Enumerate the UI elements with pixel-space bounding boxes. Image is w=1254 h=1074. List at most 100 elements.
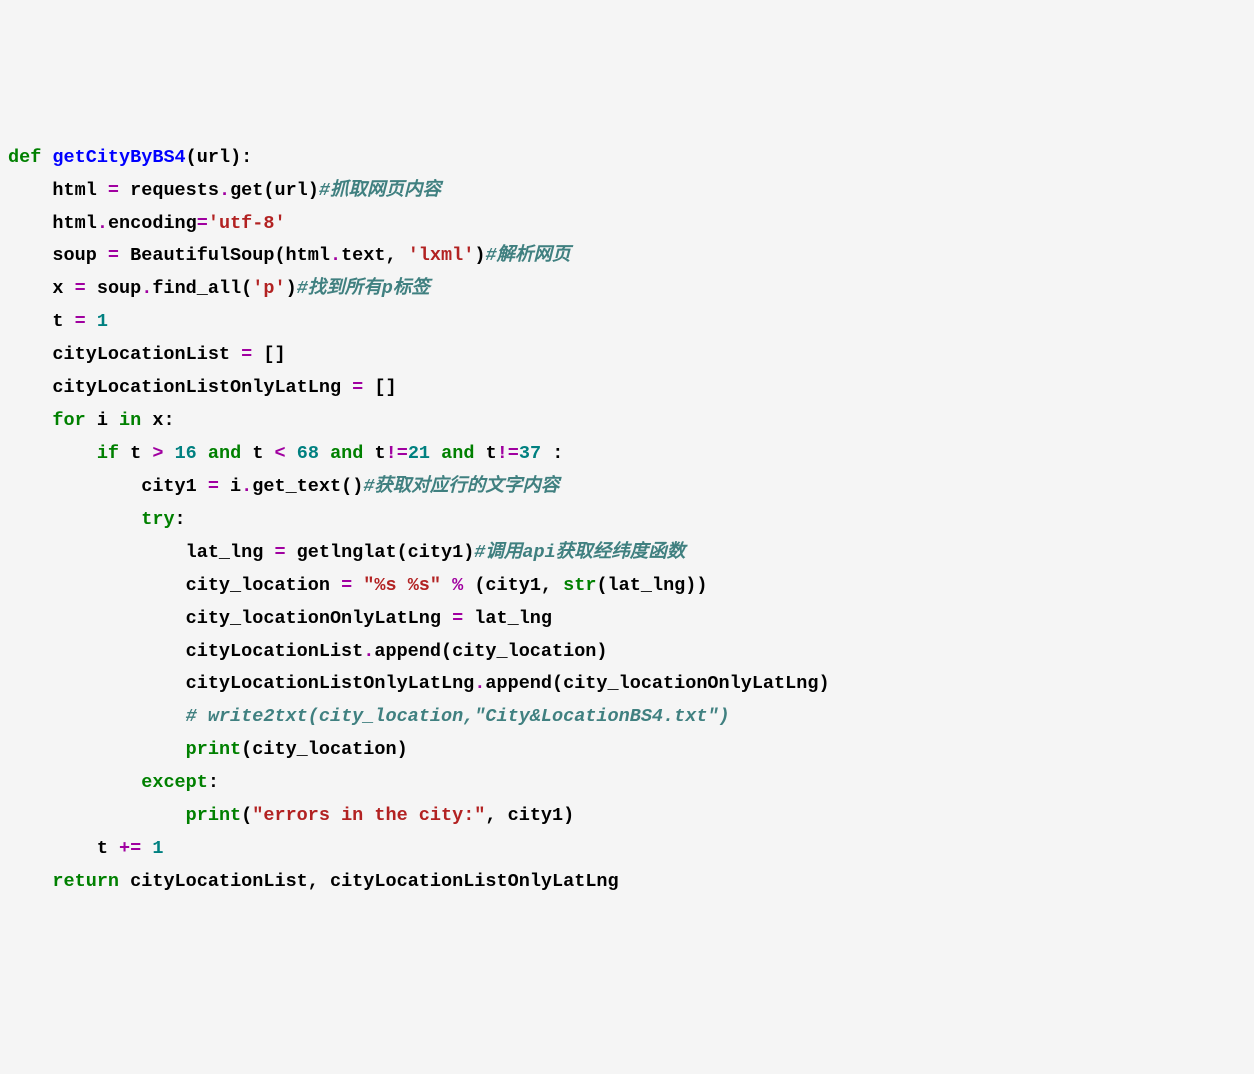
code-token: = [75,311,86,332]
code-token: (city_location) [241,739,408,760]
code-line: print(city_location) [8,734,1246,767]
code-token: = [108,180,119,201]
code-token: #获取对应行的文字内容 [363,476,559,497]
code-line: for i in x: [8,405,1246,438]
code-token: : [541,443,563,464]
code-line: t += 1 [8,833,1246,866]
code-token: . [97,213,108,234]
code-line: def getCityByBS4(url): [8,142,1246,175]
code-token: 'utf-8' [208,213,286,234]
code-token: requests [119,180,219,201]
code-token: [] [363,377,396,398]
code-line: cityLocationList.append(city_location) [8,636,1246,669]
code-token: except [141,772,208,793]
code-line: city_location = "%s %s" % (city1, str(la… [8,570,1246,603]
code-token: cityLocationListOnlyLatLng [8,673,474,694]
code-token: 'lxml' [408,245,475,266]
code-token: try [141,509,174,530]
code-line: html.encoding='utf-8' [8,208,1246,241]
code-token: < [275,443,286,464]
code-token [352,575,363,596]
code-token: city_location [8,575,341,596]
code-token: . [330,245,341,266]
code-token [8,805,186,826]
code-token: : [208,772,219,793]
code-token: t [363,443,385,464]
code-token: . [141,278,152,299]
code-token: lat_lng [463,608,552,629]
code-token: = [452,608,463,629]
code-token: get(url) [230,180,319,201]
code-token: % [452,575,463,596]
code-token: append(city_locationOnlyLatLng) [485,673,829,694]
code-token: lat_lng [8,542,274,563]
code-token: if [97,443,119,464]
code-token: . [474,673,485,694]
code-token: cityLocationList, cityLocationListOnlyLa… [119,871,619,892]
code-token: for [52,410,85,431]
code-token: = [274,542,285,563]
code-token: , city1) [485,805,574,826]
code-token: soup [8,245,108,266]
code-token: "%s %s" [363,575,441,596]
code-token: find_all( [152,278,252,299]
code-token: and [441,443,474,464]
code-line: soup = BeautifulSoup(html.text, 'lxml')#… [8,240,1246,273]
code-token: # write2txt(city_location,"City&Location… [186,706,730,727]
code-token [141,838,152,859]
code-token [8,443,97,464]
code-token: 21 [408,443,430,464]
code-line: cityLocationList = [] [8,339,1246,372]
code-token: x [8,278,75,299]
code-line: # write2txt(city_location,"City&Location… [8,701,1246,734]
code-token: "errors in the city:" [252,805,485,826]
code-token: in [119,410,141,431]
code-token: = [108,245,119,266]
code-token: str [563,575,596,596]
code-token: print [186,739,242,760]
code-block: def getCityByBS4(url): html = requests.g… [8,142,1246,899]
code-token [8,706,186,727]
code-token: != [386,443,408,464]
code-token: t [241,443,274,464]
code-token: #抓取网页内容 [319,180,441,201]
code-token: = [208,476,219,497]
code-token: = [75,278,86,299]
code-token: 37 [519,443,541,464]
code-token: append(city_location) [374,641,607,662]
code-token: . [241,476,252,497]
code-token: encoding [108,213,197,234]
code-line: print("errors in the city:", city1) [8,800,1246,833]
code-line: try: [8,504,1246,537]
code-token: cityLocationList [8,641,363,662]
code-token: 68 [297,443,319,464]
code-token: #调用api获取经纬度函数 [474,542,685,563]
code-token: ( [241,805,252,826]
code-token: t [119,443,152,464]
code-token: . [363,641,374,662]
code-token: soup [86,278,142,299]
code-token: html [8,180,108,201]
code-token [163,443,174,464]
code-token: > [152,443,163,464]
code-token: ) [474,245,485,266]
code-line: html = requests.get(url)#抓取网页内容 [8,175,1246,208]
code-line: if t > 16 and t < 68 and t!=21 and t!=37… [8,438,1246,471]
code-token: 16 [175,443,197,464]
code-token: (city1, [463,575,563,596]
code-line: t = 1 [8,306,1246,339]
code-token: = [341,575,352,596]
code-token: html [8,213,97,234]
code-token: i [219,476,241,497]
code-token: def [8,147,52,168]
code-line: cityLocationListOnlyLatLng.append(city_l… [8,668,1246,701]
code-token: print [186,805,242,826]
code-token [8,871,52,892]
code-token [286,443,297,464]
code-token: . [219,180,230,201]
code-token: city1 [8,476,208,497]
code-token [8,410,52,431]
code-token: #解析网页 [485,245,570,266]
code-token: getCityByBS4 [52,147,185,168]
code-token [8,739,186,760]
